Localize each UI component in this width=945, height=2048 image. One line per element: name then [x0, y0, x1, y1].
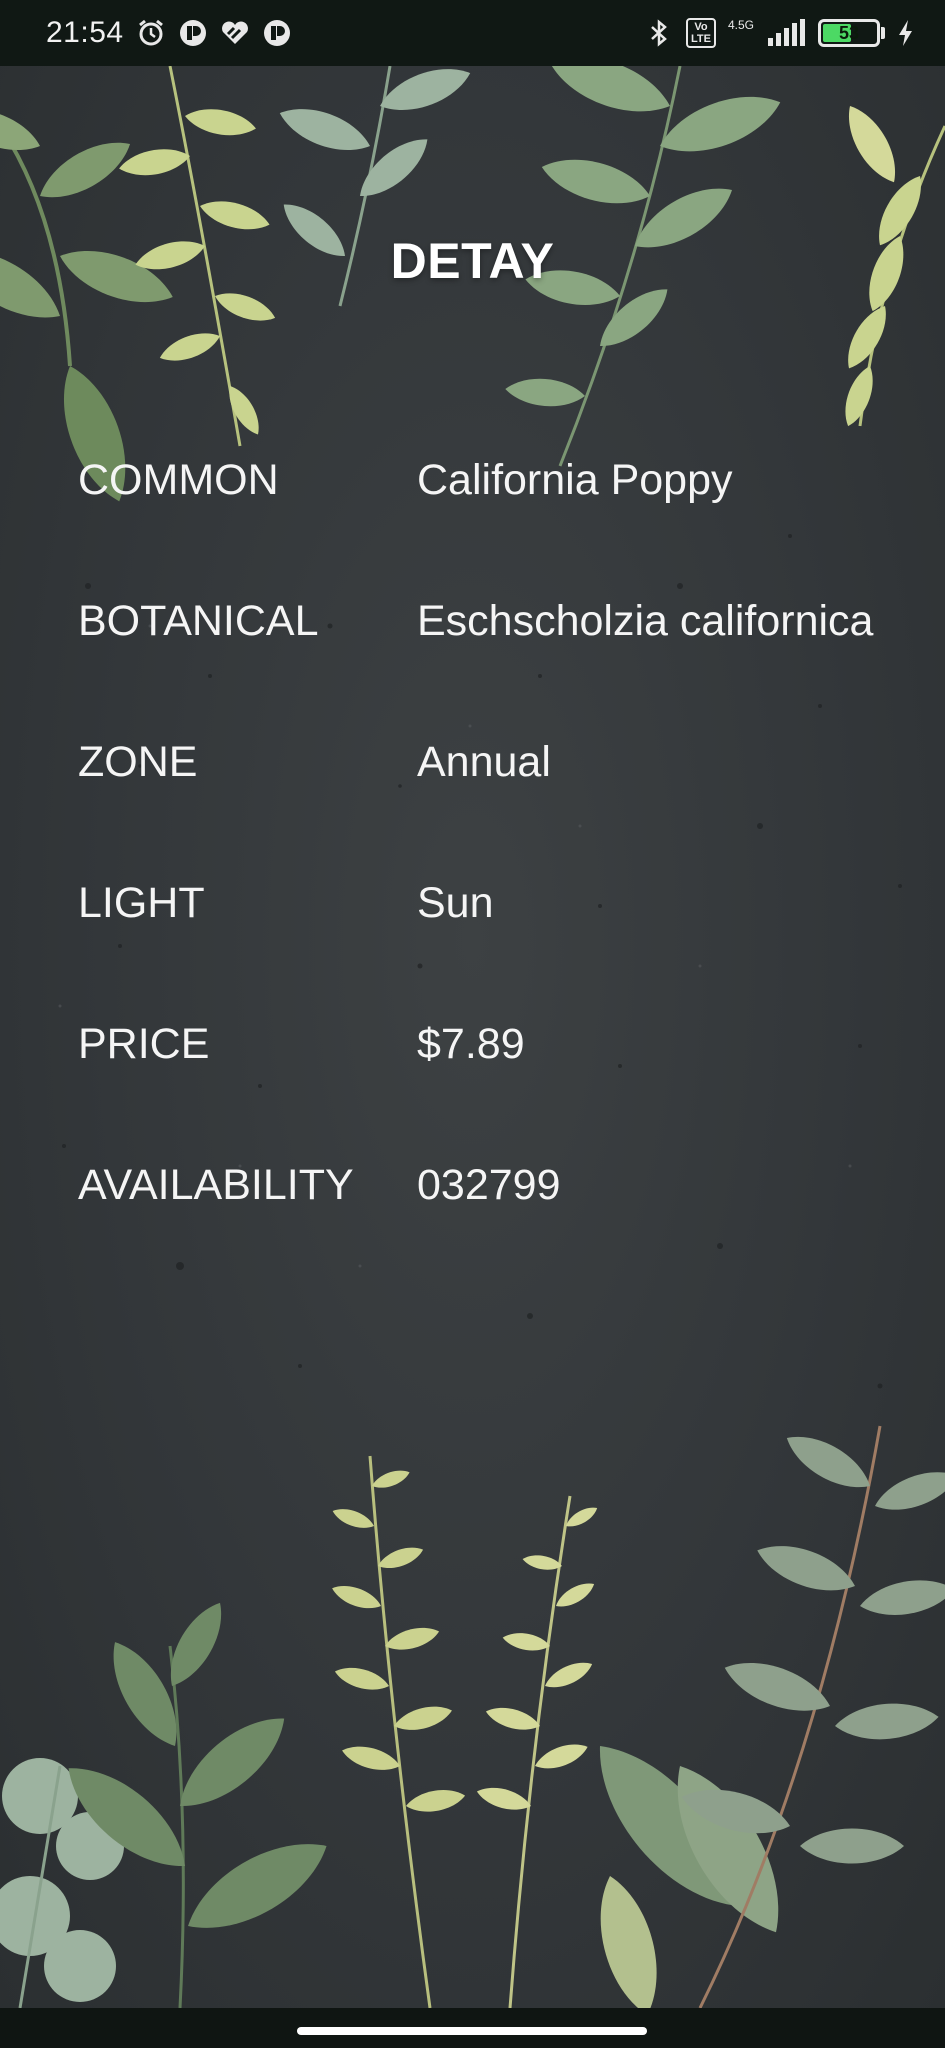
detail-row: BOTANICAL Eschscholzia californica — [78, 597, 873, 738]
detail-value: Sun — [417, 879, 494, 927]
navigation-bar — [0, 2008, 945, 2048]
charging-icon — [897, 18, 915, 48]
detail-row: AVAILABILITY 032799 — [78, 1161, 873, 1302]
detail-value: California Poppy — [417, 456, 733, 504]
heart-app-icon — [220, 18, 250, 48]
detail-label: BOTANICAL — [78, 597, 319, 645]
detail-label: LIGHT — [78, 879, 205, 927]
status-bar: 21:54 Vo LTE 4.5G 53 — [0, 0, 945, 66]
network-type: 4.5G — [727, 18, 754, 32]
page-title: DETAY — [390, 233, 555, 289]
bottom-yellow-frond-2 — [474, 1495, 601, 2008]
battery-icon: 53 — [818, 19, 885, 47]
detail-screen: DETAY COMMON California Poppy BOTANICAL Esc… — [0, 66, 945, 2008]
alarm-icon — [136, 18, 166, 48]
detail-label: PRICE — [78, 1020, 210, 1068]
battery-body: 53 — [818, 19, 880, 47]
volte-icon: Vo LTE — [686, 18, 716, 48]
detail-row: COMMON California Poppy — [78, 456, 873, 597]
status-time: 21:54 — [46, 16, 124, 49]
home-indicator[interactable] — [297, 2027, 647, 2035]
status-right: Vo LTE 4.5G 53 — [644, 18, 915, 48]
detail-row: LIGHT Sun — [78, 879, 873, 1020]
bottom-yellow-frond-1 — [329, 1455, 467, 2008]
detail-value: $7.89 — [417, 1020, 525, 1068]
bluetooth-icon — [644, 18, 674, 48]
detail-value: 032799 — [417, 1161, 561, 1209]
battery-cap — [881, 27, 885, 39]
bottom-right-branch — [676, 1423, 945, 2008]
signal-icon — [766, 18, 806, 48]
detail-row: PRICE $7.89 — [78, 1020, 873, 1161]
detail-row: ZONE Annual — [78, 738, 873, 879]
detail-label: AVAILABILITY — [78, 1161, 354, 1209]
notification-app-icon-2 — [262, 18, 292, 48]
battery-level: 53 — [838, 22, 860, 43]
bottom-right-leaves — [573, 1723, 805, 2008]
status-left: 21:54 — [46, 16, 292, 50]
detail-list: COMMON California Poppy BOTANICAL Eschschol… — [78, 456, 873, 1302]
notification-app-icon — [178, 18, 208, 48]
detail-value: Annual — [417, 738, 551, 786]
detail-label: ZONE — [78, 738, 198, 786]
detail-value: Eschscholzia californica — [417, 597, 874, 645]
detail-label: COMMON — [78, 456, 279, 504]
